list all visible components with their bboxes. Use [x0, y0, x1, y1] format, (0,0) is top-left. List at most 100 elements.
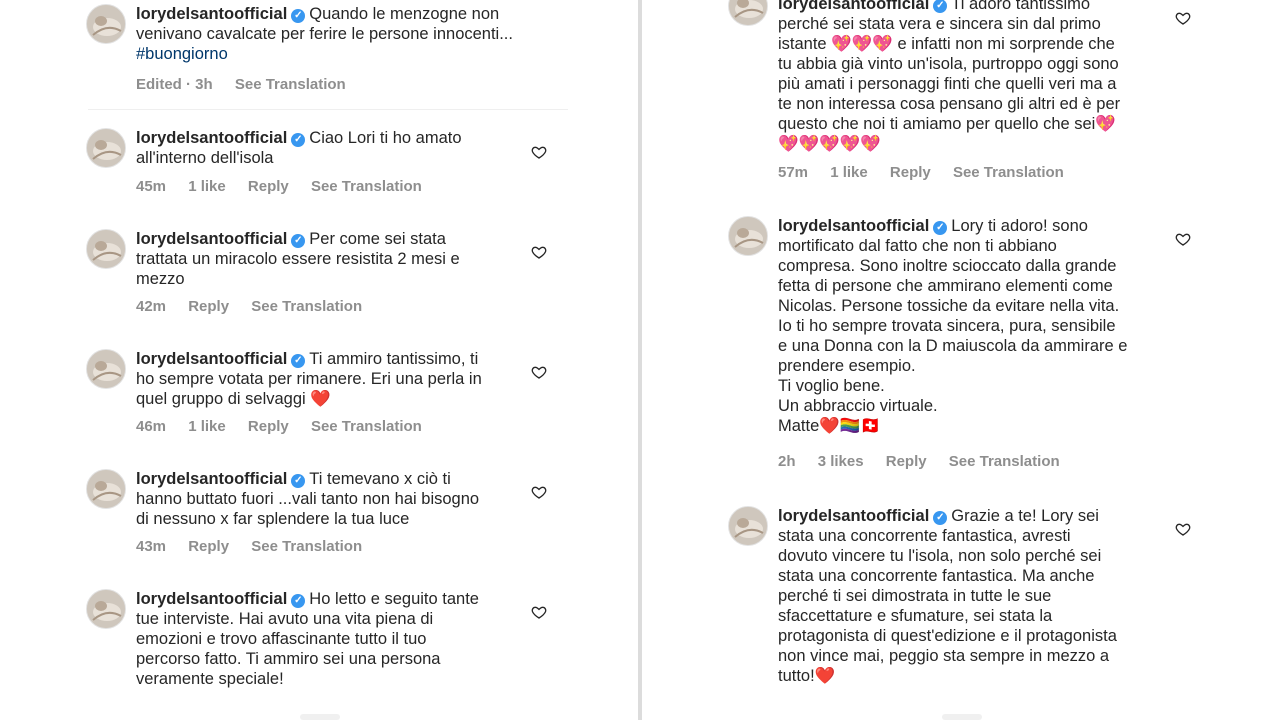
see-translation-link[interactable]: See Translation [311, 178, 422, 195]
see-translation-link[interactable]: See Translation [251, 538, 362, 555]
username[interactable]: lorydelsantoofficial [136, 470, 287, 488]
likes-count[interactable]: 1 like [188, 418, 226, 435]
comment-text: emozioni e trovo affascinante tutto il t… [136, 630, 427, 648]
comment-text: compresa. Sono inoltre scioccato dalla g… [778, 257, 1117, 275]
timestamp: 45m [136, 178, 167, 195]
username[interactable]: lorydelsantoofficial [136, 5, 287, 23]
comment-text: più amati i personaggi finti che quelli … [778, 75, 1117, 93]
see-translation-link[interactable]: See Translation [251, 298, 362, 315]
username[interactable]: lorydelsantoofficial [778, 507, 929, 525]
reply-button[interactable]: Reply [248, 178, 289, 195]
username[interactable]: lorydelsantoofficial [778, 217, 929, 235]
likes-count[interactable]: 1 like [188, 178, 226, 195]
sparkling-heart-emoji: 💖💖💖💖💖 [778, 135, 881, 153]
verified-icon: ✓ [291, 474, 306, 488]
reply-button[interactable]: Reply [886, 453, 927, 470]
red-heart-emoji: ❤️ [310, 390, 331, 408]
timestamp: 43m [136, 538, 167, 555]
comment-text: non vince mai, peggio sta sempre in mezz… [778, 647, 1110, 665]
edited-label: Edited · 3h [136, 76, 213, 93]
verified-icon: ✓ [291, 594, 306, 608]
like-heart-icon[interactable] [531, 364, 547, 380]
right-screenshot-panel: lorydelsantoofficial ✓ Ti adoro tantissimo… [642, 0, 1280, 720]
comment-text: hanno buttato fuori ...vali tanto non ha… [136, 490, 480, 508]
see-translation-link[interactable]: See Translation [311, 418, 422, 435]
reply-button[interactable]: Reply [890, 164, 931, 181]
see-translation-link[interactable]: See Translation [949, 453, 1060, 470]
comment-text: all'interno dell'isola [136, 149, 274, 167]
left-screenshot-panel: lorydelsantoofficial ✓ Quando le menzogne … [0, 0, 638, 720]
comment-text: e infatti non mi sorprende che [897, 35, 1115, 53]
comment-text: Per come sei stata [309, 230, 446, 248]
avatar[interactable] [86, 349, 126, 389]
like-heart-icon[interactable] [531, 604, 547, 620]
comment-text: di nessuno x far splendere la tua luce [136, 510, 410, 528]
comment-text: perché sei stata vera e sincera sin dal … [778, 15, 1101, 33]
emoji-group: ❤️🏳️‍🌈🇨🇭 [819, 417, 881, 435]
reply-button[interactable]: Reply [248, 418, 289, 435]
comment-text: trattata un miracolo essere resistita 2 … [136, 250, 460, 268]
red-heart-emoji: ❤️ [814, 667, 836, 685]
like-heart-icon[interactable] [1175, 10, 1191, 26]
likes-count[interactable]: 3 likes [818, 453, 864, 470]
comment-text: tue interviste. Hai avuto una vita piena… [136, 610, 434, 628]
verified-icon: ✓ [933, 511, 948, 525]
comment-text: tu abbia già vinto un'isola, purtroppo o… [778, 55, 1119, 73]
likes-count[interactable]: 1 like [830, 164, 868, 181]
comment-text: Io ti ho sempre trovata sincera, pura, s… [778, 317, 1116, 335]
reply-button[interactable]: Reply [188, 538, 229, 555]
sparkling-heart-emoji: 💖 [1095, 115, 1116, 133]
comment-text: Ti temevano x ciò ti [309, 470, 451, 488]
avatar[interactable] [86, 589, 126, 629]
username[interactable]: lorydelsantoofficial [136, 350, 287, 368]
comment-text: Nicolas. Persone tossiche da evitare nel… [778, 297, 1120, 315]
like-heart-icon[interactable] [531, 144, 547, 160]
verified-icon: ✓ [291, 234, 306, 248]
avatar[interactable] [86, 229, 126, 269]
divider [88, 109, 568, 110]
username[interactable]: lorydelsantoofficial [136, 230, 287, 248]
home-indicator [942, 714, 982, 720]
like-heart-icon[interactable] [531, 244, 547, 260]
comment-text: Ti ammiro tantissimo, ti [309, 350, 479, 368]
see-translation-link[interactable]: See Translation [235, 76, 346, 93]
avatar[interactable] [728, 216, 768, 256]
comment-text: questo che noi ti amiamo per quello che … [778, 115, 1096, 133]
comment-text: Grazie a te! Lory sei [951, 507, 1099, 525]
comment-text: stata una concorrente fantastica. Ma anc… [778, 567, 1095, 585]
comment-text: veramente speciale! [136, 670, 284, 688]
caption-meta: Edited · 3h See Translation [136, 76, 364, 93]
comment-text: mortificato dal fatto che non ti abbiano [778, 237, 1057, 255]
verified-icon: ✓ [933, 0, 948, 13]
comment-text: perché ti sei dimostrata in tutte le sue [778, 587, 1052, 605]
comment-text: quel gruppo di selvaggi [136, 390, 306, 408]
hashtag-link[interactable]: #buongiorno [136, 45, 228, 63]
comment-text: istante [778, 35, 827, 53]
comment-text: prendere esempio. [778, 357, 916, 375]
comment-text: fetta di persone che ammirano elementi c… [778, 277, 1113, 295]
comment-text: protagonista di quest'edizione e il prot… [778, 627, 1117, 645]
verified-icon: ✓ [291, 9, 306, 23]
avatar[interactable] [728, 506, 768, 546]
like-heart-icon[interactable] [531, 484, 547, 500]
timestamp: 2h [778, 453, 796, 470]
reply-button[interactable]: Reply [188, 298, 229, 315]
like-heart-icon[interactable] [1175, 231, 1191, 247]
comment-text: e una Donna con la D maiuscola da ammira… [778, 337, 1128, 355]
verified-icon: ✓ [291, 133, 306, 147]
see-translation-link[interactable]: See Translation [953, 164, 1064, 181]
username[interactable]: lorydelsantoofficial [778, 0, 929, 13]
avatar[interactable] [86, 128, 126, 168]
comment-text: ho sempre votata per rimanere. Eri una p… [136, 370, 482, 388]
timestamp: 57m [778, 164, 809, 181]
avatar[interactable] [728, 0, 768, 26]
username[interactable]: lorydelsantoofficial [136, 129, 287, 147]
avatar[interactable] [86, 469, 126, 509]
like-heart-icon[interactable] [1175, 521, 1191, 537]
comment-text: Ti adoro tantissimo [951, 0, 1091, 13]
avatar[interactable] [86, 4, 126, 44]
home-indicator [300, 714, 340, 720]
username[interactable]: lorydelsantoofficial [136, 590, 287, 608]
comment-text: stata una concorrente fantastica, avrest… [778, 527, 1071, 545]
comment-text: dovuto vincere tu l'isola, non solo perc… [778, 547, 1102, 565]
